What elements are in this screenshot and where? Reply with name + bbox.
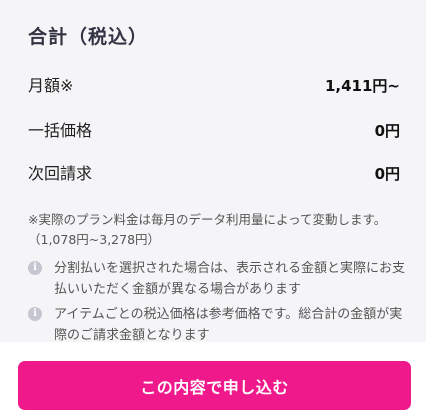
lump-sum-label: 一括価格 [28,121,93,140]
monthly-row: 月額※ 1,411円~ [28,72,400,96]
next-billing-label: 次回請求 [28,164,93,183]
info-icon: i [28,307,42,321]
price-variation-note: ※実際のプラン料金は毎月のデータ利用量によって変動します。（1,078円~3,2… [28,212,387,247]
lump-sum-value: 0円 [374,122,400,140]
next-billing-row: 次回請求 0円 [28,160,400,184]
footer-bar: この内容で申し込む [0,342,426,420]
info-item-installment: i 分割払いを選択された場合は、表示される金額と実際にお支払いいただく金額が異な… [28,258,406,300]
info-text-tax-price: アイテムごとの税込価格は参考価格です。総合計の金額が実際のご請求金額となります [54,307,403,343]
monthly-label: 月額※ [28,76,74,95]
monthly-value: 1,411円~ [324,77,400,95]
next-billing-value: 0円 [374,165,400,183]
info-text-installment: 分割払いを選択された場合は、表示される金額と実際にお支払いいただく金額が異なる場… [54,261,406,297]
lump-sum-row: 一括価格 0円 [28,117,400,141]
info-icon: i [28,261,42,275]
info-item-tax-price: i アイテムごとの税込価格は参考価格です。総合計の金額が実際のご請求金額となりま… [28,304,406,346]
summary-title: 合計（税込） [28,26,149,48]
apply-button[interactable]: この内容で申し込む [18,361,411,410]
